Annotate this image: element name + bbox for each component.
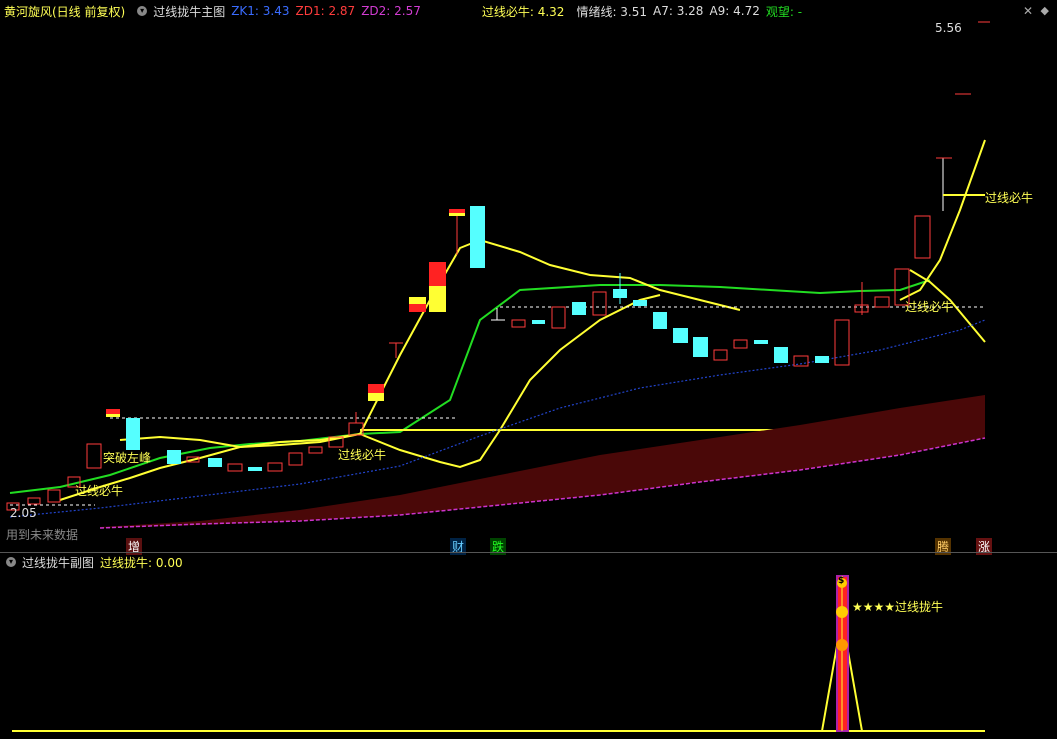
annotation-breakout: 突破左峰 xyxy=(103,451,152,465)
a7-value: A7: 3.28 xyxy=(653,4,704,18)
chevron-down-icon[interactable]: ▾ xyxy=(6,557,16,567)
main-indicator-name[interactable]: 过线拢牛主图 xyxy=(153,3,225,20)
a9-value: A9: 4.72 xyxy=(709,4,760,18)
sub-spike-line xyxy=(821,639,863,732)
sub-spike-bar xyxy=(836,575,849,732)
smiley-icon xyxy=(836,606,848,618)
chevron-down-icon[interactable]: ▾ xyxy=(137,6,148,16)
main-header: 黄河旋风(日线 前复权) ▾ 过线拢牛主图 ZK1: 3.43 ZD1: 2.8… xyxy=(0,2,1057,20)
annotation-guoxian-1: 过线必牛 xyxy=(75,484,124,498)
min-price-label: 2.05 xyxy=(10,506,37,520)
fire-icon xyxy=(836,639,848,651)
sub-stars-label: ★★★★过线拢牛 xyxy=(852,600,944,614)
main-chart-canvas[interactable] xyxy=(0,0,1057,552)
annotation-guoxian-3: 过线必牛 xyxy=(905,300,954,314)
annotation-guoxian-2: 过线必牛 xyxy=(338,448,387,462)
sub-header: ▾ 过线拢牛副图 过线拢牛: 0.00 xyxy=(0,553,1057,571)
guoxian-value: 过线必牛: 4.32 xyxy=(481,4,565,19)
qingxu-value: 情绪线: 3.51 xyxy=(576,4,648,19)
close-icon[interactable]: ✕ xyxy=(1023,4,1033,18)
future-data-label: 用到未来数据 xyxy=(6,528,79,542)
max-price-label: 5.56 xyxy=(935,21,962,35)
yellow-line-2 xyxy=(119,294,661,469)
stock-name[interactable]: 黄河旋风(日线 前复权) xyxy=(4,3,125,20)
sub-indicator-value: 过线拢牛: 0.00 xyxy=(100,555,183,570)
sub-indicator-name[interactable]: 过线拢牛副图 xyxy=(22,554,94,571)
annotation-guoxian-4: 过线必牛 xyxy=(985,191,1034,205)
zd2-value: ZD2: 2.57 xyxy=(361,4,421,18)
dark-red-band xyxy=(100,395,985,528)
gear-icon[interactable]: ◆ xyxy=(1041,4,1049,17)
zd1-value: ZD1: 2.87 xyxy=(295,4,356,18)
dollar-icon: $ xyxy=(838,576,845,586)
chart-window: 黄河旋风(日线 前复权) ▾ 过线拢牛主图 ZK1: 3.43 ZD1: 2.8… xyxy=(0,0,1057,739)
zk1-value: ZK1: 3.43 xyxy=(231,4,290,18)
guanwang-value: 观望: - xyxy=(765,4,803,19)
